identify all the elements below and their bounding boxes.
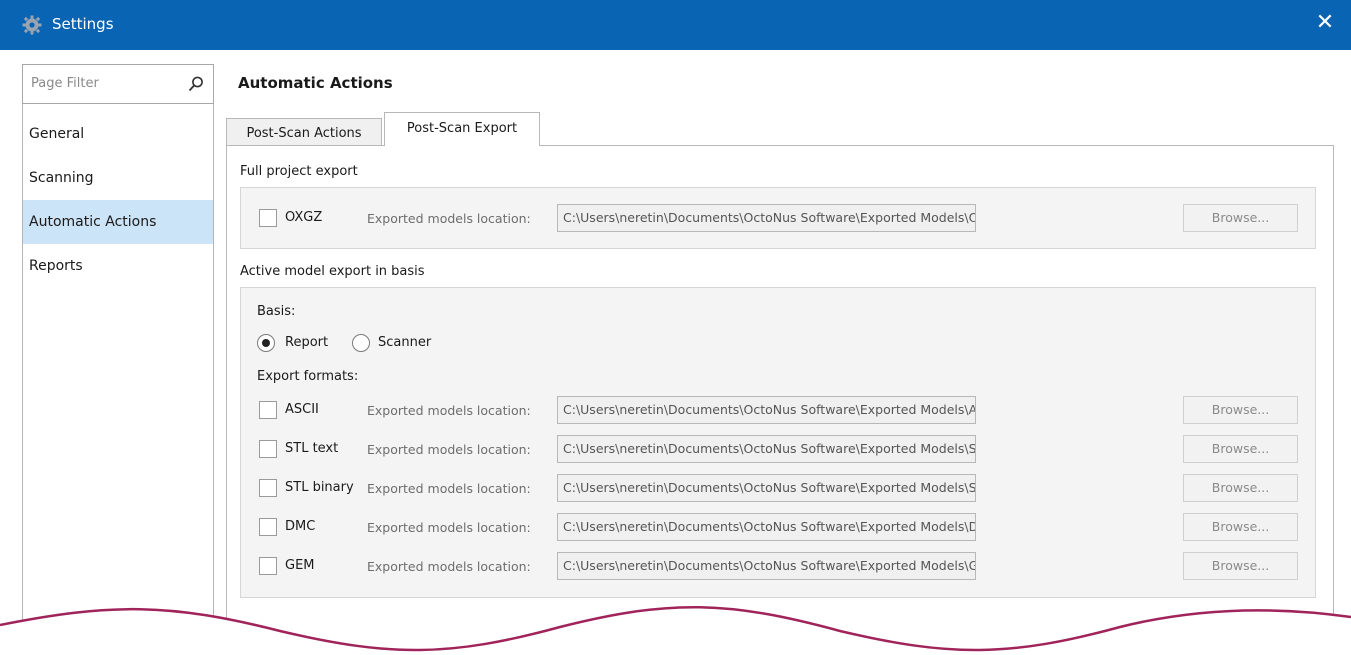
gem-path-field[interactable]: C:\Users\neretin\Documents\OctoNus Softw… <box>557 552 976 580</box>
page-filter-placeholder: Page Filter <box>31 76 99 91</box>
scanner-radio[interactable] <box>352 334 370 352</box>
sidebar-nav: General Scanning Automatic Actions Repor… <box>23 112 213 288</box>
close-icon[interactable]: ✕ <box>1313 11 1337 35</box>
location-label: Exported models location: <box>367 520 531 535</box>
gem-label: GEM <box>285 558 315 573</box>
stl-text-checkbox[interactable] <box>259 440 277 458</box>
export-formats-label: Export formats: <box>257 369 359 384</box>
stl-binary-checkbox[interactable] <box>259 479 277 497</box>
ascii-path-field[interactable]: C:\Users\neretin\Documents\OctoNus Softw… <box>557 396 976 424</box>
window-title: Settings <box>52 15 114 33</box>
oxgz-label: OXGZ <box>285 210 323 225</box>
sidebar-item-general[interactable]: General <box>23 112 213 156</box>
scanner-radio-label: Scanner <box>378 335 432 350</box>
ascii-checkbox[interactable] <box>259 401 277 419</box>
search-icon[interactable] <box>187 75 205 93</box>
location-label: Exported models location: <box>367 403 531 418</box>
location-label: Exported models location: <box>367 211 531 226</box>
stl-binary-browse-button[interactable]: Browse... <box>1183 474 1298 502</box>
dmc-checkbox[interactable] <box>259 518 277 536</box>
active-export-group-label: Active model export in basis <box>240 264 425 279</box>
ascii-browse-button[interactable]: Browse... <box>1183 396 1298 424</box>
stl-binary-label: STL binary <box>285 480 354 495</box>
sidebar-item-automatic-actions[interactable]: Automatic Actions <box>23 200 213 244</box>
page-filter-input[interactable]: Page Filter <box>22 64 214 104</box>
stl-text-path-field[interactable]: C:\Users\neretin\Documents\OctoNus Softw… <box>557 435 976 463</box>
location-label: Exported models location: <box>367 442 531 457</box>
sidebar-item-reports[interactable]: Reports <box>23 244 213 288</box>
title-bar: Settings ✕ <box>0 0 1351 50</box>
full-export-group-label: Full project export <box>240 164 358 179</box>
basis-label: Basis: <box>257 304 296 319</box>
location-label: Exported models location: <box>367 481 531 496</box>
report-radio[interactable] <box>257 334 275 352</box>
stl-binary-path-field[interactable]: C:\Users\neretin\Documents\OctoNus Softw… <box>557 474 976 502</box>
gem-checkbox[interactable] <box>259 557 277 575</box>
sidebar-item-scanning[interactable]: Scanning <box>23 156 213 200</box>
torn-edge-decoration <box>0 605 1351 655</box>
dmc-label: DMC <box>285 519 316 534</box>
dmc-browse-button[interactable]: Browse... <box>1183 513 1298 541</box>
stl-text-browse-button[interactable]: Browse... <box>1183 435 1298 463</box>
radio-selected-dot <box>262 339 270 347</box>
oxgz-checkbox[interactable] <box>259 209 277 227</box>
oxgz-browse-button[interactable]: Browse... <box>1183 204 1298 232</box>
location-label: Exported models location: <box>367 559 531 574</box>
page-title: Automatic Actions <box>238 74 393 92</box>
tab-post-scan-export[interactable]: Post-Scan Export <box>384 112 540 146</box>
dmc-path-field[interactable]: C:\Users\neretin\Documents\OctoNus Softw… <box>557 513 976 541</box>
ascii-label: ASCII <box>285 402 319 417</box>
gem-browse-button[interactable]: Browse... <box>1183 552 1298 580</box>
stl-text-label: STL text <box>285 441 339 456</box>
oxgz-path-field[interactable]: C:\Users\neretin\Documents\OctoNus Softw… <box>557 204 976 232</box>
gear-icon <box>22 15 42 35</box>
report-radio-label: Report <box>285 335 329 350</box>
